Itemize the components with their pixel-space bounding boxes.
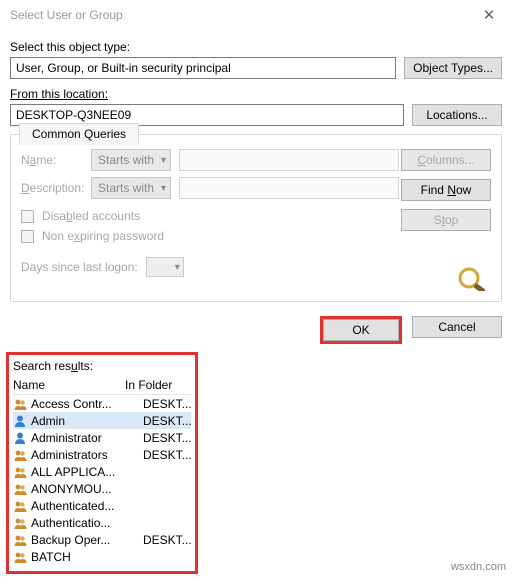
user-icon [13, 431, 27, 445]
object-type-field[interactable]: User, Group, or Built-in security princi… [10, 57, 396, 79]
result-name: BATCH [31, 550, 139, 564]
result-row[interactable]: Access Contr... DESKT... [13, 395, 191, 412]
object-types-button[interactable]: Object Types... [404, 57, 502, 79]
group-icon [13, 499, 27, 513]
close-button[interactable]: ✕ [466, 0, 512, 30]
name-label: Name: [21, 153, 83, 167]
disabled-accounts-checkbox[interactable] [21, 210, 34, 223]
description-mode-combo[interactable]: Starts with▾ [91, 177, 171, 199]
result-row[interactable]: Backup Oper... DESKT... [13, 531, 191, 548]
result-name: ANONYMOU... [31, 482, 139, 496]
search-results: Search results: Name In Folder Access Co… [6, 352, 198, 574]
titlebar: Select User or Group ✕ [0, 0, 512, 30]
group-icon [13, 533, 27, 547]
result-folder: DESKT... [143, 431, 191, 445]
result-name: Authenticated... [31, 499, 139, 513]
result-row[interactable]: Administrator DESKT... [13, 429, 191, 446]
chevron-down-icon: ▾ [161, 155, 166, 166]
name-input[interactable] [179, 149, 399, 171]
days-since-logon-label: Days since last logon: [21, 260, 138, 274]
group-icon [13, 448, 27, 462]
description-label: Description: [21, 181, 83, 195]
non-expiring-checkbox[interactable] [21, 230, 34, 243]
days-combo[interactable]: ▾ [146, 257, 184, 277]
result-name: Access Contr... [31, 397, 139, 411]
group-icon [13, 465, 27, 479]
locations-button[interactable]: Locations... [412, 104, 502, 126]
cancel-button[interactable]: Cancel [412, 316, 502, 338]
chevron-down-icon: ▾ [175, 262, 180, 273]
result-name: Administrator [31, 431, 139, 445]
find-now-button[interactable]: Find Now [401, 179, 491, 201]
column-name[interactable]: Name [13, 378, 125, 392]
name-mode-combo[interactable]: Starts with▾ [91, 149, 171, 171]
result-name: Authenticatio... [31, 516, 139, 530]
common-queries-tab[interactable]: Common Queries [19, 123, 139, 145]
stop-button[interactable]: Stop [401, 209, 491, 231]
result-row[interactable]: Admin DESKT... [13, 412, 191, 429]
description-input[interactable] [179, 177, 399, 199]
group-icon [13, 397, 27, 411]
result-folder: DESKT... [143, 397, 191, 411]
results-list: Access Contr...DESKT...AdminDESKT...Admi… [13, 395, 191, 565]
result-row[interactable]: Authenticatio... [13, 514, 191, 531]
result-name: Backup Oper... [31, 533, 139, 547]
group-icon [13, 482, 27, 496]
result-folder: DESKT... [143, 414, 191, 428]
result-folder: DESKT... [143, 448, 191, 462]
ok-highlight: OK [320, 316, 402, 344]
result-name: Admin [31, 414, 139, 428]
column-folder[interactable]: In Folder [125, 378, 191, 392]
common-queries-group: Common Queries Name: Starts with▾ Descri… [10, 134, 502, 302]
search-results-label: Search results: [13, 359, 191, 373]
dialog-content: Select this object type: User, Group, or… [0, 30, 512, 302]
result-name: ALL APPLICA... [31, 465, 139, 479]
user-icon [13, 414, 27, 428]
non-expiring-label: Non expiring password [42, 229, 164, 243]
result-row[interactable]: ALL APPLICA... [13, 463, 191, 480]
watermark: wsxdn.com [451, 561, 506, 573]
group-icon [13, 516, 27, 530]
result-row[interactable]: Authenticated... [13, 497, 191, 514]
object-type-label: Select this object type: [10, 40, 502, 54]
window-title: Select User or Group [10, 8, 466, 22]
search-icon [455, 265, 491, 291]
result-row[interactable]: Administrators DESKT... [13, 446, 191, 463]
ok-button[interactable]: OK [323, 319, 399, 341]
location-label: From this location: [10, 87, 502, 101]
result-row[interactable]: ANONYMOU... [13, 480, 191, 497]
chevron-down-icon: ▾ [161, 183, 166, 194]
columns-button[interactable]: Columns... [401, 149, 491, 171]
result-folder: DESKT... [143, 533, 191, 547]
dialog-actions: OK Cancel [0, 302, 512, 352]
result-name: Administrators [31, 448, 139, 462]
disabled-accounts-label: Disabled accounts [42, 209, 140, 223]
group-icon [13, 550, 27, 564]
result-row[interactable]: BATCH [13, 548, 191, 565]
results-header: Name In Folder [13, 376, 191, 395]
